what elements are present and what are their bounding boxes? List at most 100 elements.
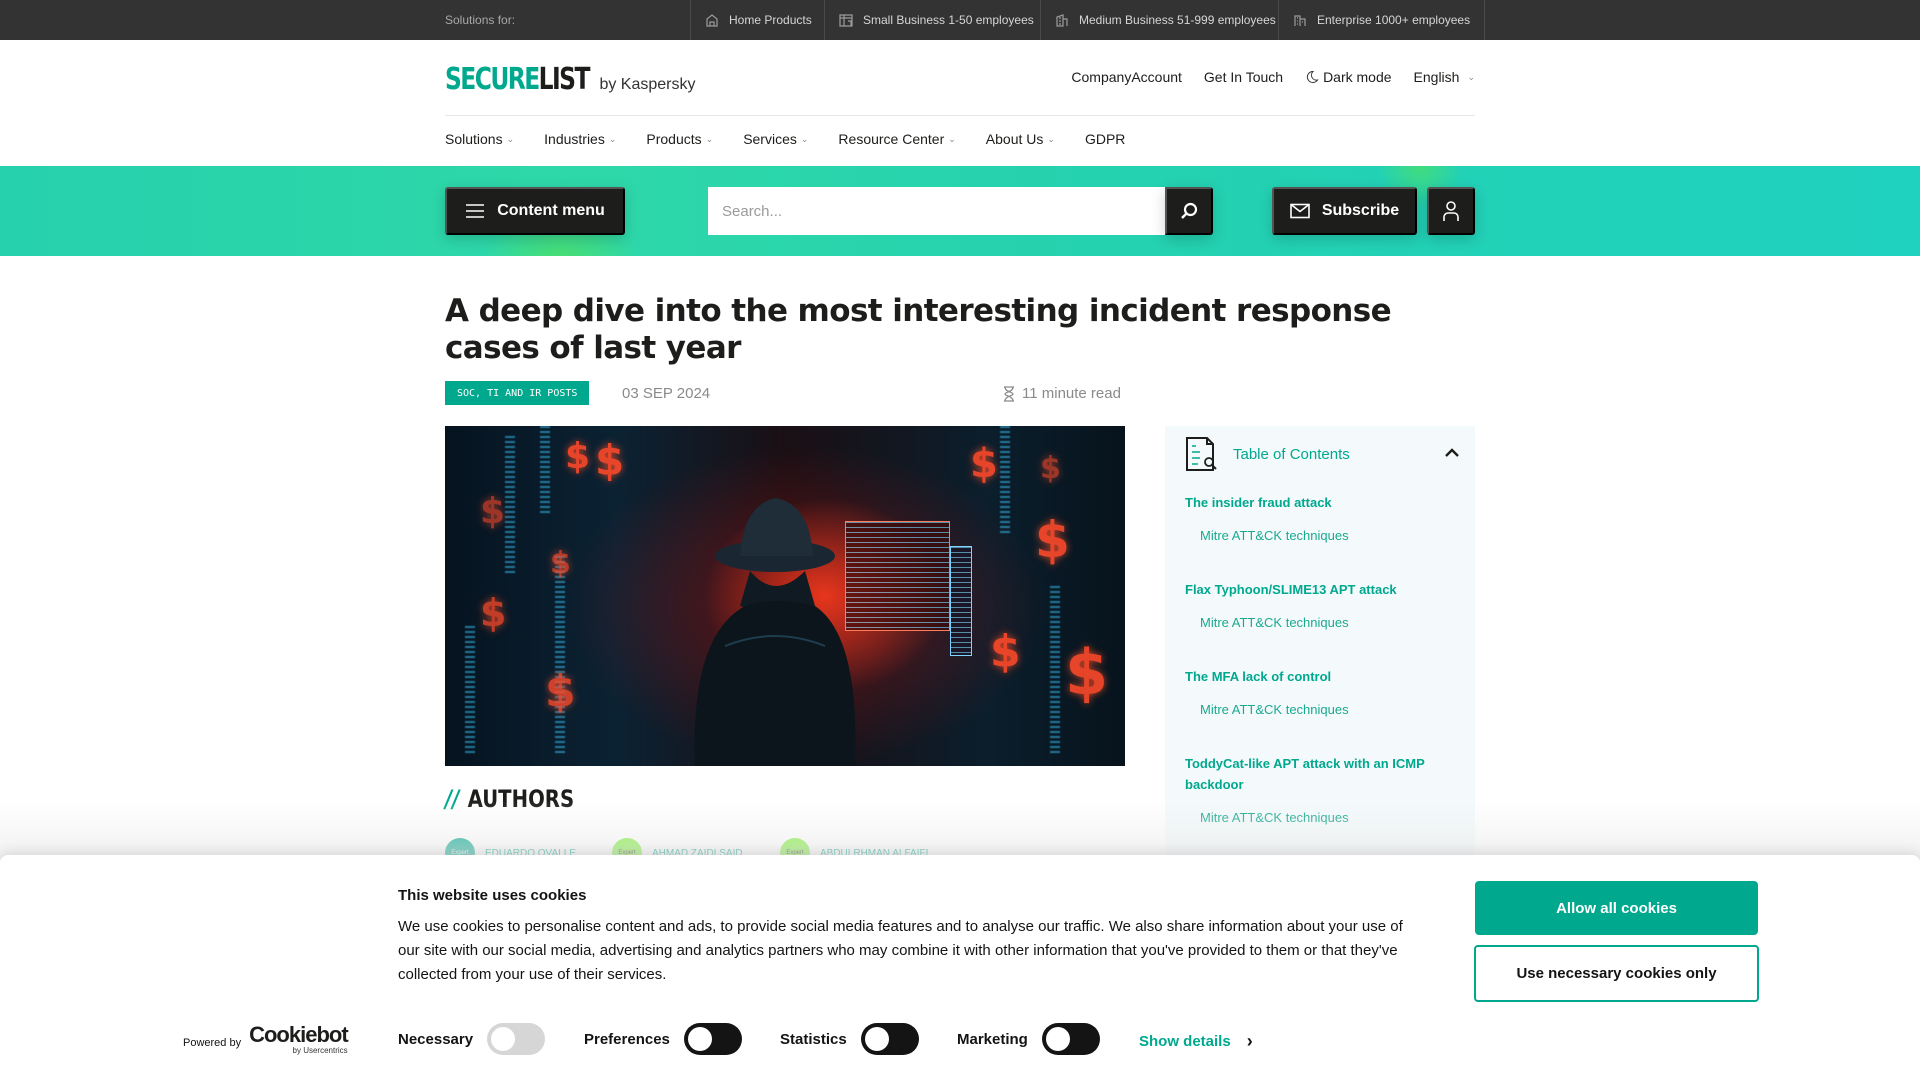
show-details-link[interactable]: Show details › [1139,1031,1253,1052]
consent-statistics: Statistics [780,1023,919,1055]
get-in-touch-link[interactable]: Get In Touch [1204,69,1283,85]
nav-resource-center[interactable]: Resource Center ⌄ [838,131,955,147]
hero-dollar: $ [970,441,998,487]
toc-sublink[interactable]: Mitre ATT&CK techniques [1200,528,1455,544]
cookiebot-logo: Cookiebot by Usercentrics [249,1022,349,1056]
toc-section: The MFA lack of control Mitre ATT&CK tec… [1185,666,1455,718]
toc-title: Table of Contents [1233,445,1350,463]
nav-services[interactable]: Services ⌄ [743,131,808,147]
toc-sublink[interactable]: Mitre ATT&CK techniques [1200,615,1455,631]
dark-mode-label: Dark mode [1323,69,1392,85]
hero-dollar: $ [595,436,625,485]
company-account-link[interactable]: CompanyAccount [1071,69,1182,85]
nav-about-us[interactable]: About Us ⌄ [986,131,1055,147]
read-time-label: 11 minute read [1022,385,1121,402]
read-time: 11 minute read [1002,385,1121,402]
hero-code-stream [540,426,550,516]
hamburger-menu-icon [466,204,485,218]
chevron-down-icon: ⌄ [506,133,515,144]
topbar-item-label: Medium Business 51-999 employees [1079,13,1276,27]
hero-dollar: $ [545,666,576,717]
main-nav: Solutions ⌄ Industries ⌄ Products ⌄ Service… [445,131,1125,147]
topbar-medium-business-link[interactable]: Medium Business 51-999 employees [1040,0,1290,40]
topbar-item-label: Home Products [729,13,812,27]
toc-link[interactable]: The MFA lack of control [1185,669,1331,684]
envelope-icon [1290,203,1310,219]
consent-label: Marketing [957,1030,1028,1048]
cookie-title: This website uses cookies [398,887,587,904]
search-input[interactable] [708,187,1165,235]
necessary-cookies-only-button[interactable]: Use necessary cookies only [1474,945,1759,1002]
toc-header[interactable]: Table of Contents [1185,434,1465,474]
shop-icon [839,14,853,27]
document-search-icon [1186,437,1217,471]
topbar-item-label: Enterprise 1000+ employees [1317,13,1471,27]
toc-link[interactable]: The insider fraud attack [1185,495,1332,510]
marketing-toggle[interactable] [1041,1023,1100,1055]
solutions-top-bar: Solutions for: Home Products Small Busin… [0,0,1920,40]
statistics-toggle[interactable] [860,1023,919,1055]
header-divider [445,115,1475,116]
hero-dollar: $ [1040,451,1061,486]
hero-code-stream [1000,426,1010,536]
chevron-down-icon: ⌄ [1047,133,1055,144]
subscribe-label: Subscribe [1321,202,1400,219]
chevron-down-icon: ⌄ [705,133,714,144]
hero-code-stream [505,436,515,576]
skyscraper-icon [1294,15,1306,26]
article-hero-image: $ $ $ $ $ $ $ $ $ $ $ [445,426,1125,766]
house-icon [706,14,718,27]
consent-label: Preferences [584,1030,670,1048]
toc-section: Flax Typhoon/SLIME13 APT attack Mitre AT… [1185,579,1455,631]
user-icon [1443,201,1459,221]
necessary-toggle [487,1023,546,1055]
cookie-description: We use cookies to personalise content an… [398,918,1403,983]
chevron-down-icon: ⌄ [948,133,956,144]
powered-by-label: Powered by [183,1037,242,1049]
office-building-icon [1056,14,1068,27]
consent-necessary: Necessary [398,1023,546,1055]
chevron-down-icon: ⌄ [800,133,809,144]
topbar-home-products-link[interactable]: Home Products [690,0,826,40]
show-details-label: Show details [1139,1033,1231,1050]
toc-link[interactable]: ToddyCat-like APT attack with an ICMP ba… [1185,753,1455,795]
nav-gdpr[interactable]: GDPR [1085,131,1125,147]
solutions-for-label: Solutions for: [445,13,516,27]
hero-code-stream [555,556,565,756]
logo-wordmark: SECURELIST [445,62,590,97]
chevron-down-icon: ⌄ [1467,71,1475,82]
category-tag[interactable]: SOC, TI AND IR POSTS [445,381,590,405]
nav-industries[interactable]: Industries ⌄ [544,131,616,147]
consent-marketing: Marketing [957,1023,1100,1055]
topbar-small-business-link[interactable]: Small Business 1-50 employees [824,0,1048,40]
hero-hooded-figure [694,498,856,766]
search-button[interactable] [1165,187,1213,235]
dark-mode-toggle[interactable]: Dark mode [1305,69,1392,85]
topbar-enterprise-link[interactable]: Enterprise 1000+ employees [1278,0,1486,40]
logo-by-kaspersky: by Kaspersky [599,76,696,93]
chevron-up-icon[interactable] [1443,444,1461,462]
allow-all-cookies-button[interactable]: Allow all cookies [1475,881,1758,935]
nav-solutions[interactable]: Solutions ⌄ [445,131,514,147]
content-menu-label: Content menu [497,202,605,219]
hero-code-stream [1050,586,1060,756]
securelist-logo[interactable]: SECURELIST by Kaspersky [445,62,695,97]
toc-sublink[interactable]: Mitre ATT&CK techniques [1200,702,1455,718]
toc-section: The insider fraud attack Mitre ATT&CK te… [1185,492,1455,544]
subscribe-button[interactable]: Subscribe [1272,187,1417,235]
cookie-backdrop-fade [0,800,1920,860]
hero-dollar: $ [990,626,1021,677]
preferences-toggle[interactable] [683,1023,742,1055]
hero-dollar: $ [550,546,571,581]
hero-dollar: $ [1065,636,1109,709]
user-account-button[interactable] [1427,187,1475,235]
hero-dollar: $ [480,591,507,635]
nav-products[interactable]: Products ⌄ [646,131,713,147]
toc-link[interactable]: Flax Typhoon/SLIME13 APT attack [1185,582,1397,597]
table-of-contents: Table of Contents The insider fraud atta… [1165,426,1475,856]
topbar-item-label: Small Business 1-50 employees [863,13,1034,27]
search-icon [1181,202,1198,219]
language-selector[interactable]: English ⌄ [1414,69,1475,85]
hero-dollar: $ [1035,511,1070,569]
content-menu-button[interactable]: Content menu [445,187,625,235]
